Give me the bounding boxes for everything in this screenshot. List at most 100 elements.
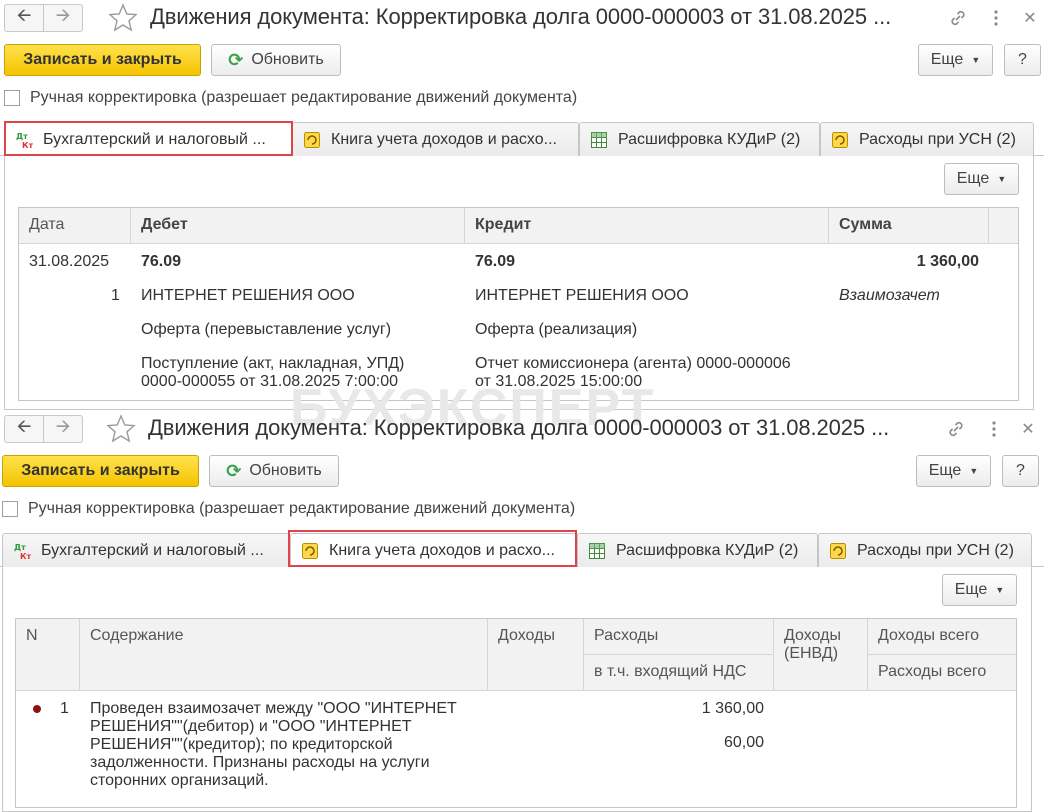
col-expenses[interactable]: Расходы xyxy=(584,619,774,655)
arrow-left-icon: 🡨 xyxy=(16,5,32,25)
tab-kudir-book[interactable]: Книга учета доходов и расхо... xyxy=(290,533,577,568)
row-expenses: 1 360,00 xyxy=(701,700,764,717)
forward-button[interactable]: 🡪 xyxy=(43,4,83,32)
table-icon xyxy=(590,131,608,149)
more-button[interactable]: Еще ▼ xyxy=(916,455,991,487)
tab-strip: Дт Кт Бухгалтерский и налоговый ... Книга… xyxy=(0,120,1044,157)
more-label: Еще xyxy=(956,170,990,187)
favorite-star-icon[interactable] xyxy=(107,2,139,34)
forward-button[interactable]: 🡪 xyxy=(43,415,83,443)
link-icon[interactable] xyxy=(946,6,970,30)
chevron-down-icon: ▼ xyxy=(969,466,979,476)
row-number: 1 xyxy=(60,700,69,717)
window-title: Движения документа: Корректировка долга … xyxy=(150,4,892,29)
help-button[interactable]: ? xyxy=(1002,455,1039,487)
chevron-down-icon: ▼ xyxy=(997,174,1007,184)
more-button[interactable]: Еще ▼ xyxy=(918,44,993,76)
tab-strip: Дт Кт Бухгалтерский и налоговый ... Книга… xyxy=(0,531,1044,568)
row-vat: 60,00 xyxy=(723,734,764,751)
row-amount: 1 360,00 xyxy=(916,253,979,270)
row-date: 31.08.2025 xyxy=(29,253,110,270)
manual-edit-checkbox[interactable] xyxy=(4,90,20,106)
save-and-close-button[interactable]: Записать и закрыть xyxy=(4,44,201,76)
title-bar: 🡨 🡪 Движения документа: Корректировка до… xyxy=(0,411,1044,447)
svg-text:Дт: Дт xyxy=(14,543,26,552)
tab-usn-expenses[interactable]: Расходы при УСН (2) xyxy=(820,122,1034,156)
refresh-button[interactable]: ⟳ Обновить xyxy=(211,44,341,76)
close-icon[interactable]: ✕ xyxy=(1018,6,1042,30)
arrow-right-icon: 🡪 xyxy=(55,5,71,25)
tab-label: Книга учета доходов и расхо... xyxy=(331,130,557,148)
manual-edit-label: Ручная корректировка (разрешает редактир… xyxy=(30,89,578,106)
back-button[interactable]: 🡨 xyxy=(4,4,44,32)
col-income-envd-line2: (ЕНВД) xyxy=(784,645,839,662)
refresh-label: Обновить xyxy=(249,462,322,479)
help-button[interactable]: ? xyxy=(1004,44,1041,76)
manual-edit-row: Ручная корректировка (разрешает редактир… xyxy=(4,89,577,107)
col-income-total[interactable]: Доходы всего xyxy=(868,619,1016,655)
refresh-label: Обновить xyxy=(251,51,324,68)
col-income[interactable]: Доходы xyxy=(488,619,584,690)
more-menu-icon[interactable] xyxy=(984,6,1008,30)
register-icon xyxy=(303,131,321,149)
col-credit[interactable]: Кредит xyxy=(465,208,829,243)
refresh-icon: ⟳ xyxy=(226,460,242,481)
window-accounting-tab: 🡨 🡪 Движения документа: Корректировка до… xyxy=(0,0,1044,410)
tab-label: Книга учета доходов и расхо... xyxy=(329,542,555,559)
tab-label: Бухгалтерский и налоговый ... xyxy=(43,131,266,148)
credit-document-line1: Отчет комиссионера (агента) 0000-000006 xyxy=(475,355,791,372)
debit-counterparty: ИНТЕРНЕТ РЕШЕНИЯ ООО xyxy=(141,287,355,304)
content-line: Проведен взаимозачет между "ООО "ИНТЕРНЕ… xyxy=(90,700,457,717)
tab-label: Расходы при УСН (2) xyxy=(857,541,1014,559)
window-kudir-tab: 🡨 🡪 Движения документа: Корректировка до… xyxy=(0,410,1044,812)
tab-label: Расшифровка КУДиР (2) xyxy=(616,541,799,559)
tab-kudir-book[interactable]: Книга учета доходов и расхо... xyxy=(292,122,579,156)
chevron-down-icon: ▼ xyxy=(971,55,981,65)
arrow-right-icon: 🡪 xyxy=(55,416,71,436)
panel-more-button[interactable]: Еще ▼ xyxy=(942,574,1017,606)
more-label: Еще xyxy=(928,462,962,479)
col-sum[interactable]: Сумма xyxy=(829,208,989,243)
tab-panel: Еще ▼ N Содержание Доходы Расходы в т.ч. … xyxy=(2,567,1032,812)
credit-counterparty: ИНТЕРНЕТ РЕШЕНИЯ ООО xyxy=(475,287,689,304)
svg-text:Кт: Кт xyxy=(20,552,31,560)
table-icon xyxy=(588,542,606,560)
more-menu-icon[interactable] xyxy=(982,417,1006,441)
row-debit-account: 76.09 xyxy=(141,253,182,270)
tab-usn-expenses[interactable]: Расходы при УСН (2) xyxy=(818,533,1032,567)
content-line: РЕШЕНИЯ""(кредитор); по кредиторской xyxy=(90,736,393,753)
col-date[interactable]: Дата xyxy=(19,208,131,243)
col-expenses-total[interactable]: Расходы всего xyxy=(868,655,1016,691)
back-button[interactable]: 🡨 xyxy=(4,415,44,443)
col-vat-included[interactable]: в т.ч. входящий НДС xyxy=(584,655,774,691)
manual-edit-label: Ручная корректировка (разрешает редактир… xyxy=(28,500,576,517)
close-icon[interactable]: ✕ xyxy=(1016,417,1040,441)
refresh-button[interactable]: ⟳ Обновить xyxy=(209,455,339,487)
tab-kudir-details[interactable]: Расшифровка КУДиР (2) xyxy=(577,533,818,567)
content-line: задолженности. Признаны расходы на услуг… xyxy=(90,754,430,771)
col-n[interactable]: N xyxy=(16,619,80,690)
tab-accounting[interactable]: Дт Кт Бухгалтерский и налоговый ... xyxy=(2,533,290,567)
accounting-entries-table: Дата Дебет Кредит Сумма 31.08.2025 76.09… xyxy=(18,207,1019,401)
command-bar: Записать и закрыть ⟳ Обновить Еще ▼ ? xyxy=(0,455,1044,489)
table-header: N Содержание Доходы Расходы в т.ч. входя… xyxy=(16,619,1016,691)
save-and-close-button[interactable]: Записать и закрыть xyxy=(2,455,199,487)
panel-more-button[interactable]: Еще ▼ xyxy=(944,163,1019,195)
col-content[interactable]: Содержание xyxy=(80,619,488,690)
row-number: 1 xyxy=(111,287,120,304)
tab-label: Расходы при УСН (2) xyxy=(859,130,1016,148)
favorite-star-icon[interactable] xyxy=(105,413,137,445)
dt-kt-icon: Дт Кт xyxy=(13,542,31,560)
manual-edit-checkbox[interactable] xyxy=(2,501,18,517)
debit-contract: Оферта (перевыставление услуг) xyxy=(141,321,392,338)
debit-document-line1: Поступление (акт, накладная, УПД) xyxy=(141,355,405,372)
tab-kudir-details[interactable]: Расшифровка КУДиР (2) xyxy=(579,122,820,156)
row-credit-account: 76.09 xyxy=(475,253,516,270)
col-income-envd[interactable]: Доходы (ЕНВД) xyxy=(774,619,868,690)
content-line: РЕШЕНИЯ""(дебитор) и "ООО "ИНТЕРНЕТ xyxy=(90,718,412,735)
col-debit[interactable]: Дебет xyxy=(131,208,465,243)
refresh-icon: ⟳ xyxy=(228,49,244,70)
link-icon[interactable] xyxy=(944,417,968,441)
register-icon xyxy=(829,542,847,560)
tab-accounting[interactable]: Дт Кт Бухгалтерский и налоговый ... xyxy=(4,122,292,157)
